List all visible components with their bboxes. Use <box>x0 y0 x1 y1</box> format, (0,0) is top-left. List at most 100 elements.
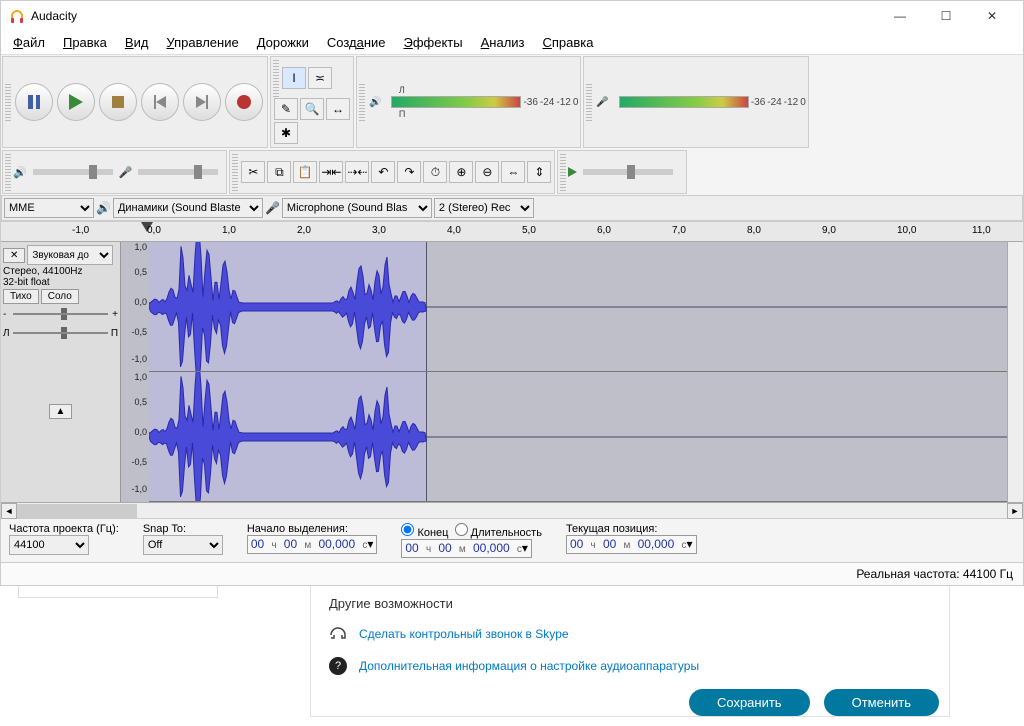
record-meter-scale[interactable] <box>619 96 749 108</box>
track-menu[interactable]: Звуковая до <box>27 245 113 265</box>
audio-host-select[interactable]: MME <box>4 198 94 218</box>
timeline-tick: 0,0 <box>147 225 161 236</box>
paste-button[interactable]: 📋 <box>293 161 317 183</box>
skip-start-button[interactable] <box>141 83 179 121</box>
menu-Создание[interactable]: Создание <box>319 33 394 52</box>
output-device-select[interactable]: Динамики (Sound Blaste <box>113 198 263 218</box>
cut-button[interactable]: ✂ <box>241 161 265 183</box>
record-button[interactable] <box>225 83 263 121</box>
selection-tool[interactable]: I <box>282 67 306 89</box>
amplitude-ruler: 1,0 0,5 0,0 -0,5 -1,0 1,0 0,5 0,0 -0,5 -… <box>121 242 149 502</box>
timeline-tick: 1,0 <box>222 225 236 236</box>
menu-Управление[interactable]: Управление <box>158 33 246 52</box>
track-close-button[interactable]: ✕ <box>3 248 25 263</box>
selection-length-radio[interactable] <box>455 523 468 536</box>
speaker-icon: 🔊 <box>96 201 111 215</box>
copy-button[interactable]: ⧉ <box>267 161 291 183</box>
waveform-left[interactable] <box>149 242 1007 372</box>
menu-Файл[interactable]: Файл <box>5 33 53 52</box>
audio-position-time[interactable]: 00 ч 00 м 00,000 с▾ <box>566 535 697 554</box>
record-meter[interactable]: 🎤 -36 -24 -12 0 <box>583 56 808 148</box>
audio-setup-info-link[interactable]: ? Дополнительная информация о настройке … <box>329 657 931 675</box>
solo-button[interactable]: Соло <box>41 289 79 304</box>
selection-end-label: Конец <box>417 527 448 539</box>
gain-slider[interactable]: - + <box>3 305 118 323</box>
speaker-icon: 🔊 <box>13 166 27 179</box>
selection-end-radio[interactable] <box>401 523 414 536</box>
play-speed-slider[interactable] <box>583 169 673 175</box>
save-button[interactable]: Сохранить <box>689 689 810 716</box>
pan-slider[interactable]: Л П <box>3 324 118 342</box>
multi-tool[interactable]: ✱ <box>274 122 298 144</box>
minimize-button[interactable]: ― <box>877 1 923 31</box>
menubar: ФайлПравкаВидУправлениеДорожкиСозданиеЭф… <box>1 31 1023 55</box>
input-channels-select[interactable]: 2 (Stereo) Rec <box>434 198 534 218</box>
scrub-toolbar <box>557 150 687 194</box>
menu-Правка[interactable]: Правка <box>55 33 115 52</box>
fit-project-button[interactable]: ⇕ <box>527 161 551 183</box>
timeline-tick: 6,0 <box>597 225 611 236</box>
audio-position-label: Текущая позиция: <box>566 523 697 535</box>
playback-meter-scale[interactable]: Л П <box>391 96 521 108</box>
fit-selection-button[interactable]: ⇔ <box>501 161 525 183</box>
input-device-select[interactable]: Microphone (Sound Blas <box>282 198 432 218</box>
cancel-button[interactable]: Отменить <box>824 689 939 716</box>
track-area: ✕ Звуковая до Стерео, 44100Hz 32-bit flo… <box>1 242 1023 502</box>
zoom-tool[interactable]: 🔍 <box>300 98 324 120</box>
envelope-tool[interactable]: ≍ <box>308 67 332 89</box>
waveform-right[interactable] <box>149 372 1007 502</box>
test-call-link[interactable]: Сделать контрольный звонок в Skype <box>329 625 931 643</box>
draw-tool[interactable]: ✎ <box>274 98 298 120</box>
timeline-ruler[interactable]: -1,00,01,02,03,04,05,06,07,08,09,010,011… <box>1 222 1023 242</box>
input-volume-slider[interactable] <box>138 169 218 175</box>
horizontal-scrollbar[interactable]: ◄ ► <box>1 502 1023 518</box>
collapse-button[interactable]: ▲ <box>49 404 73 419</box>
skype-other-panel: Другие возможности Сделать контрольный з… <box>310 586 950 717</box>
vertical-scrollbar[interactable] <box>1007 242 1023 502</box>
output-volume-slider[interactable] <box>33 169 113 175</box>
silence-button[interactable]: ⇢⇠ <box>345 161 369 183</box>
skype-sidebar-fragment <box>18 586 218 598</box>
track-bitdepth-label: 32-bit float <box>3 277 118 288</box>
menu-Эффекты[interactable]: Эффекты <box>396 33 471 52</box>
selection-length-label: Длительность <box>471 527 542 539</box>
sync-lock-button[interactable]: ⏱ <box>423 161 447 183</box>
track-format-label: Стерео, 44100Hz <box>3 266 118 277</box>
timeline-tick: 10,0 <box>897 225 916 236</box>
scroll-right-button[interactable]: ► <box>1007 503 1023 519</box>
project-rate-select[interactable]: 44100 <box>9 535 89 555</box>
menu-Вид[interactable]: Вид <box>117 33 157 52</box>
skip-end-button[interactable] <box>183 83 221 121</box>
undo-button[interactable]: ↶ <box>371 161 395 183</box>
playback-meter[interactable]: 🔊 Л П -36 -24 -12 0 <box>356 56 581 148</box>
snap-select[interactable]: Off <box>143 535 223 555</box>
menu-Дорожки[interactable]: Дорожки <box>249 33 317 52</box>
trim-button[interactable]: ⇥⇤ <box>319 161 343 183</box>
mute-button[interactable]: Тихо <box>3 289 39 304</box>
pause-button[interactable] <box>15 83 53 121</box>
menu-Справка[interactable]: Справка <box>535 33 602 52</box>
zoom-out-button[interactable]: ⊖ <box>475 161 499 183</box>
play-button[interactable] <box>57 83 95 121</box>
menu-Анализ[interactable]: Анализ <box>473 33 533 52</box>
timeline-tick: -1,0 <box>72 225 89 236</box>
selection-start-time[interactable]: 00 ч 00 м 00,000 с▾ <box>247 535 378 554</box>
timeline-tick: 3,0 <box>372 225 386 236</box>
close-button[interactable]: ✕ <box>969 1 1015 31</box>
status-bar: Реальная частота: 44100 Гц <box>1 562 1023 585</box>
maximize-button[interactable]: ☐ <box>923 1 969 31</box>
device-toolbar: MME 🔊 Динамики (Sound Blaste 🎤 Microphon… <box>1 195 1023 221</box>
edit-toolbar: ✂ ⧉ 📋 ⇥⇤ ⇢⇠ ↶ ↷ ⏱ ⊕ ⊖ ⇔ ⇕ <box>229 150 555 194</box>
redo-button[interactable]: ↷ <box>397 161 421 183</box>
selection-end-time[interactable]: 00 ч 00 м 00,000 с▾ <box>401 539 532 558</box>
play-at-speed-button[interactable] <box>568 167 577 177</box>
timeline-tick: 5,0 <box>522 225 536 236</box>
timeline-tick: 2,0 <box>297 225 311 236</box>
headset-icon <box>329 625 347 643</box>
scroll-left-button[interactable]: ◄ <box>1 503 17 519</box>
speaker-icon: 🔊 <box>369 97 381 108</box>
zoom-in-button[interactable]: ⊕ <box>449 161 473 183</box>
stop-button[interactable] <box>99 83 137 121</box>
mixer-toolbar: 🔊 🎤 <box>2 150 227 194</box>
timeshift-tool[interactable]: ↔ <box>326 98 350 120</box>
